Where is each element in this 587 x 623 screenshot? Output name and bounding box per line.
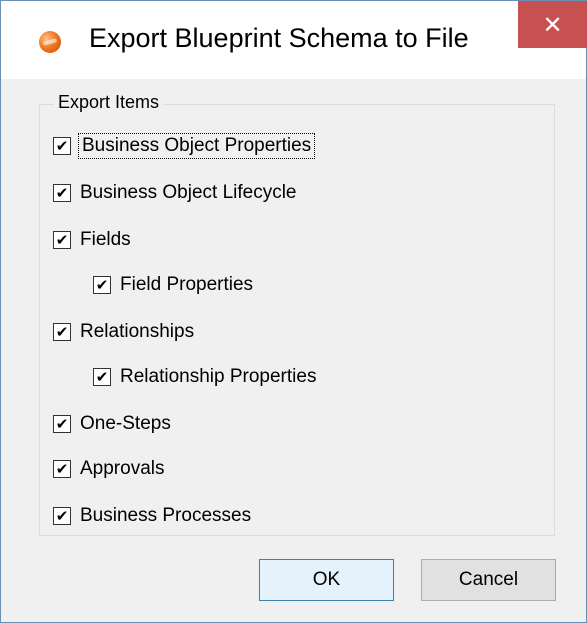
checkbox-label: Approvals xyxy=(80,458,165,479)
checkbox-business-object-properties[interactable]: ✔ Business Object Properties xyxy=(53,132,316,160)
checkbox-business-object-lifecycle[interactable]: ✔ Business Object Lifecycle xyxy=(53,179,297,207)
checkbox-business-processes[interactable]: ✔ Business Processes xyxy=(53,502,251,530)
checkmark-icon[interactable]: ✔ xyxy=(53,231,71,249)
checkbox-relationships[interactable]: ✔ Relationships xyxy=(53,318,194,346)
checkbox-label: Relationships xyxy=(80,321,195,342)
title-bar[interactable]: Export Blueprint Schema to File ✕ xyxy=(1,1,587,79)
checkmark-icon[interactable]: ✔ xyxy=(53,137,71,155)
checkbox-label: Business Object Lifecycle xyxy=(80,182,297,203)
checkmark-icon[interactable]: ✔ xyxy=(53,323,71,341)
checkbox-label: Relationship Properties xyxy=(120,366,317,387)
export-dialog: Export Blueprint Schema to File ✕ Export… xyxy=(0,0,587,623)
checkmark-icon[interactable]: ✔ xyxy=(53,415,71,433)
checkbox-label: Fields xyxy=(80,229,131,250)
export-items-legend: Export Items xyxy=(54,92,164,113)
cancel-button[interactable]: Cancel xyxy=(421,559,556,601)
checkbox-approvals[interactable]: ✔ Approvals xyxy=(53,455,165,483)
checkbox-fields[interactable]: ✔ Fields xyxy=(53,226,131,254)
checkmark-icon[interactable]: ✔ xyxy=(53,184,71,202)
close-button[interactable]: ✕ xyxy=(518,1,587,48)
checkbox-relationship-properties[interactable]: ✔ Relationship Properties xyxy=(93,363,316,391)
checkmark-icon[interactable]: ✔ xyxy=(93,368,111,386)
checkbox-label: Business Object Properties xyxy=(77,133,316,159)
window-title: Export Blueprint Schema to File xyxy=(89,23,469,53)
ok-button[interactable]: OK xyxy=(259,559,394,601)
checkbox-label: Business Processes xyxy=(80,505,252,526)
checkbox-one-steps[interactable]: ✔ One-Steps xyxy=(53,410,171,438)
checkmark-icon[interactable]: ✔ xyxy=(53,507,71,525)
app-icon xyxy=(39,31,61,53)
checkbox-field-properties[interactable]: ✔ Field Properties xyxy=(93,271,253,299)
checkbox-label: One-Steps xyxy=(80,413,171,434)
checkmark-icon[interactable]: ✔ xyxy=(53,460,71,478)
checkmark-icon[interactable]: ✔ xyxy=(93,276,111,294)
close-icon: ✕ xyxy=(542,10,563,39)
checkbox-label: Field Properties xyxy=(120,274,254,295)
